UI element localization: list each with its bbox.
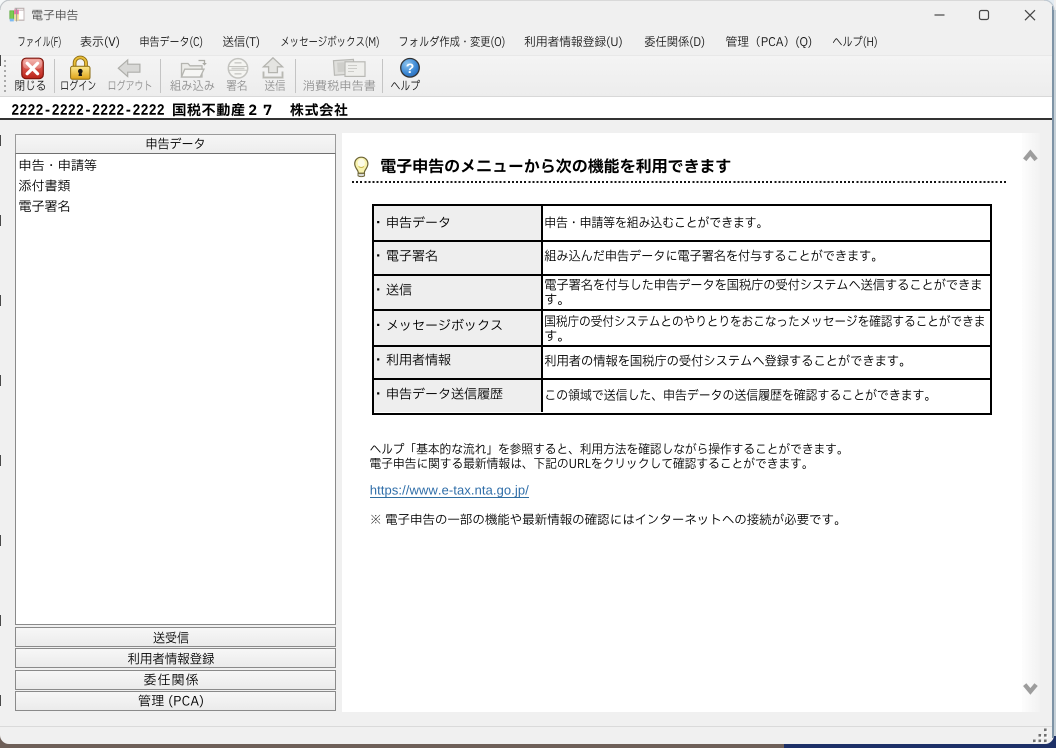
svg-text:?: ? [406, 60, 415, 76]
